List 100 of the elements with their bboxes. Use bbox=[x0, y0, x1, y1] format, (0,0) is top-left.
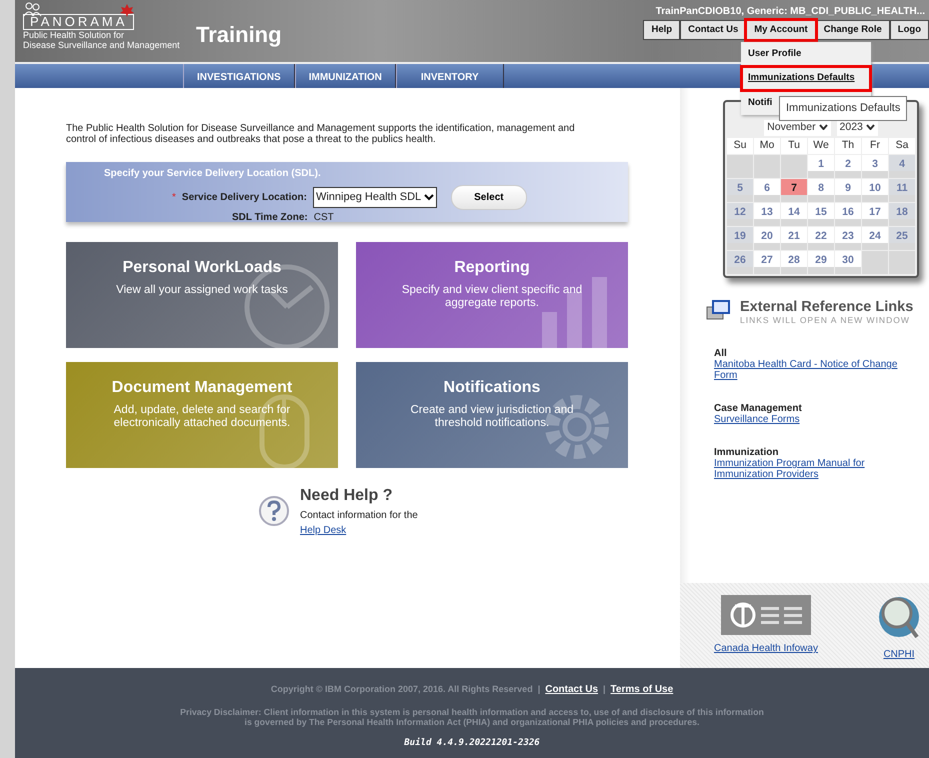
globe-magnifier-icon bbox=[877, 595, 921, 641]
footer-link[interactable]: Contact Us bbox=[545, 684, 598, 695]
calendar-day[interactable]: 28 bbox=[781, 250, 807, 274]
select-button[interactable]: Select bbox=[451, 185, 527, 210]
header-button[interactable]: My Account bbox=[746, 20, 816, 40]
intro-text: The Public Health Solution for Disease Surveillance and Management supports the identification, management and control of infectious diseases and outbreaks that pose a threat to the publics health. bbox=[66, 123, 576, 145]
reference-link[interactable]: Immunization Program Manual for Immunization Providers bbox=[714, 458, 909, 480]
section-title: External Reference Links bbox=[740, 300, 914, 314]
tooltip: Immunizations Defaults bbox=[779, 96, 908, 120]
help-icon bbox=[258, 495, 290, 527]
dashboard-tile[interactable]: Document Management Add, update, delete and search for electronically attached documents. bbox=[66, 362, 338, 468]
weekday-label: We bbox=[808, 138, 834, 154]
tile-description: Create and view jurisdiction and threshold notifications. bbox=[409, 404, 574, 430]
chevron-icon bbox=[424, 194, 434, 201]
people-icon bbox=[23, 2, 43, 17]
month-select[interactable]: November bbox=[764, 120, 831, 136]
calendar-day[interactable]: 8 bbox=[808, 178, 834, 202]
menu-item[interactable]: Immunizations Defaults bbox=[741, 66, 871, 90]
calendar-day[interactable]: 10 bbox=[862, 178, 888, 202]
tile-title: Personal WorkLoads bbox=[122, 258, 282, 278]
help-text: Contact information for the bbox=[300, 509, 418, 523]
year-select[interactable]: 2023 bbox=[836, 120, 878, 136]
nav-tab[interactable]: INVESTIGATIONS bbox=[183, 64, 295, 88]
calendar-day[interactable]: 27 bbox=[754, 250, 780, 274]
tile-title: Notifications bbox=[442, 378, 542, 398]
calendar-day[interactable]: 30 bbox=[835, 250, 861, 274]
section-subtitle: LINKS WILL OPEN A NEW WINDOW bbox=[740, 314, 911, 326]
windows-icon bbox=[706, 300, 730, 320]
nav-tab[interactable]: INVENTORY bbox=[396, 64, 504, 88]
calendar-day[interactable]: 4 bbox=[889, 154, 915, 178]
environment-title: Training bbox=[196, 21, 282, 49]
logo-subtitle: Disease Surveillance and Management bbox=[23, 40, 181, 50]
dashboard-tile[interactable]: Notifications Create and view jurisdiction and threshold notifications. bbox=[356, 362, 628, 468]
chevron-icon bbox=[866, 124, 875, 130]
calendar-day[interactable]: 20 bbox=[754, 226, 780, 250]
privacy-text: is governed by The Personal Health Information Act (PHIA) and organizational PHIA policies and procedures. bbox=[244, 717, 700, 727]
tile-title: Reporting bbox=[453, 258, 531, 278]
reference-link[interactable]: Surveillance Forms bbox=[714, 414, 909, 426]
calendar-day[interactable]: 3 bbox=[862, 154, 888, 178]
copyright-text: Copyright © IBM Corporation 2007, 2016. All Rights Reserved bbox=[270, 684, 533, 694]
logo-subtitle: Public Health Solution for bbox=[23, 30, 126, 40]
header-button[interactable]: Logo bbox=[890, 20, 929, 40]
field-value: CST bbox=[314, 211, 334, 225]
calendar-day[interactable]: 9 bbox=[835, 178, 861, 202]
location-select[interactable]: Winnipeg Health SDL bbox=[312, 187, 438, 208]
calendar-day[interactable]: 23 bbox=[835, 226, 861, 250]
tile-description: Add, update, delete and search for electronically attached documents. bbox=[112, 404, 292, 430]
calendar-day[interactable]: 13 bbox=[754, 202, 780, 226]
field-label: Service Delivery Location: bbox=[182, 191, 307, 205]
group-heading: All bbox=[714, 348, 728, 360]
footer-link[interactable]: Terms of Use bbox=[610, 684, 674, 695]
calendar-day[interactable]: 24 bbox=[862, 226, 888, 250]
weekday-label: Tu bbox=[781, 138, 807, 154]
calendar-day[interactable]: 17 bbox=[862, 202, 888, 226]
build-number: Build 4.4.9.20221201-2326 bbox=[403, 737, 541, 750]
calendar-day[interactable]: 22 bbox=[808, 226, 834, 250]
calendar-day[interactable]: 12 bbox=[727, 202, 753, 226]
menu-item[interactable]: User Profile bbox=[741, 42, 871, 66]
calendar-day[interactable]: 2 bbox=[835, 154, 861, 178]
calendar-day[interactable]: 1 bbox=[808, 154, 834, 178]
header-button[interactable]: Change Role bbox=[816, 20, 890, 40]
calendar-day[interactable]: 15 bbox=[808, 202, 834, 226]
separator: | bbox=[603, 684, 606, 694]
dashboard-tile[interactable]: Reporting Specify and view client specific and aggregate reports. bbox=[356, 242, 628, 348]
calendar-day[interactable]: 14 bbox=[781, 202, 807, 226]
calendar-day[interactable]: 21 bbox=[781, 226, 807, 250]
logo-text: PANORAMA bbox=[23, 14, 134, 30]
calendar-day[interactable]: 7 bbox=[781, 178, 807, 202]
group-heading: Case Management bbox=[714, 403, 803, 414]
help-desk-link[interactable]: Help Desk bbox=[300, 525, 346, 536]
calendar-day[interactable]: 16 bbox=[835, 202, 861, 226]
calendar-day[interactable]: 29 bbox=[808, 250, 834, 274]
help-title: Need Help ? bbox=[300, 486, 394, 506]
header-button[interactable]: Help bbox=[643, 20, 680, 40]
tile-description: View all your assigned work tasks bbox=[115, 284, 289, 297]
calendar-day[interactable]: 19 bbox=[727, 226, 753, 250]
calendar-day[interactable]: 25 bbox=[889, 226, 915, 250]
privacy-text: Privacy Disclaimer: Client information in this system is personal health information and access to, use of and disclosure of this information bbox=[179, 707, 765, 717]
calendar-day[interactable]: 18 bbox=[889, 202, 915, 226]
group-heading: Immunization bbox=[714, 447, 780, 458]
dashboard-tile[interactable]: Personal WorkLoads View all your assigned work tasks bbox=[66, 242, 338, 348]
header-button[interactable]: Contact Us bbox=[680, 20, 746, 40]
field-label: SDL Time Zone: bbox=[232, 211, 308, 225]
weekday-label: Sa bbox=[889, 138, 915, 154]
weekday-label: Su bbox=[727, 138, 753, 154]
weekday-label: Fr bbox=[862, 138, 888, 154]
weekday-label: Th bbox=[835, 138, 861, 154]
nav-tab[interactable]: IMMUNIZATION bbox=[294, 64, 396, 88]
partner-link[interactable]: CNPHI bbox=[883, 647, 915, 662]
calendar-day[interactable]: 11 bbox=[889, 178, 915, 202]
calendar-day[interactable]: 26 bbox=[727, 250, 753, 274]
calendar-day[interactable]: 5 bbox=[727, 178, 753, 202]
partner-link[interactable]: Canada Health Infoway bbox=[714, 641, 818, 656]
tile-title: Document Management bbox=[110, 378, 294, 398]
calendar-day[interactable]: 6 bbox=[754, 178, 780, 202]
maple-leaf-icon bbox=[120, 4, 134, 17]
chevron-icon bbox=[818, 124, 828, 130]
reference-link[interactable]: Manitoba Health Card - Notice of Change Form bbox=[714, 359, 909, 382]
required-mark: * bbox=[172, 191, 176, 205]
weekday-label: Mo bbox=[754, 138, 780, 154]
